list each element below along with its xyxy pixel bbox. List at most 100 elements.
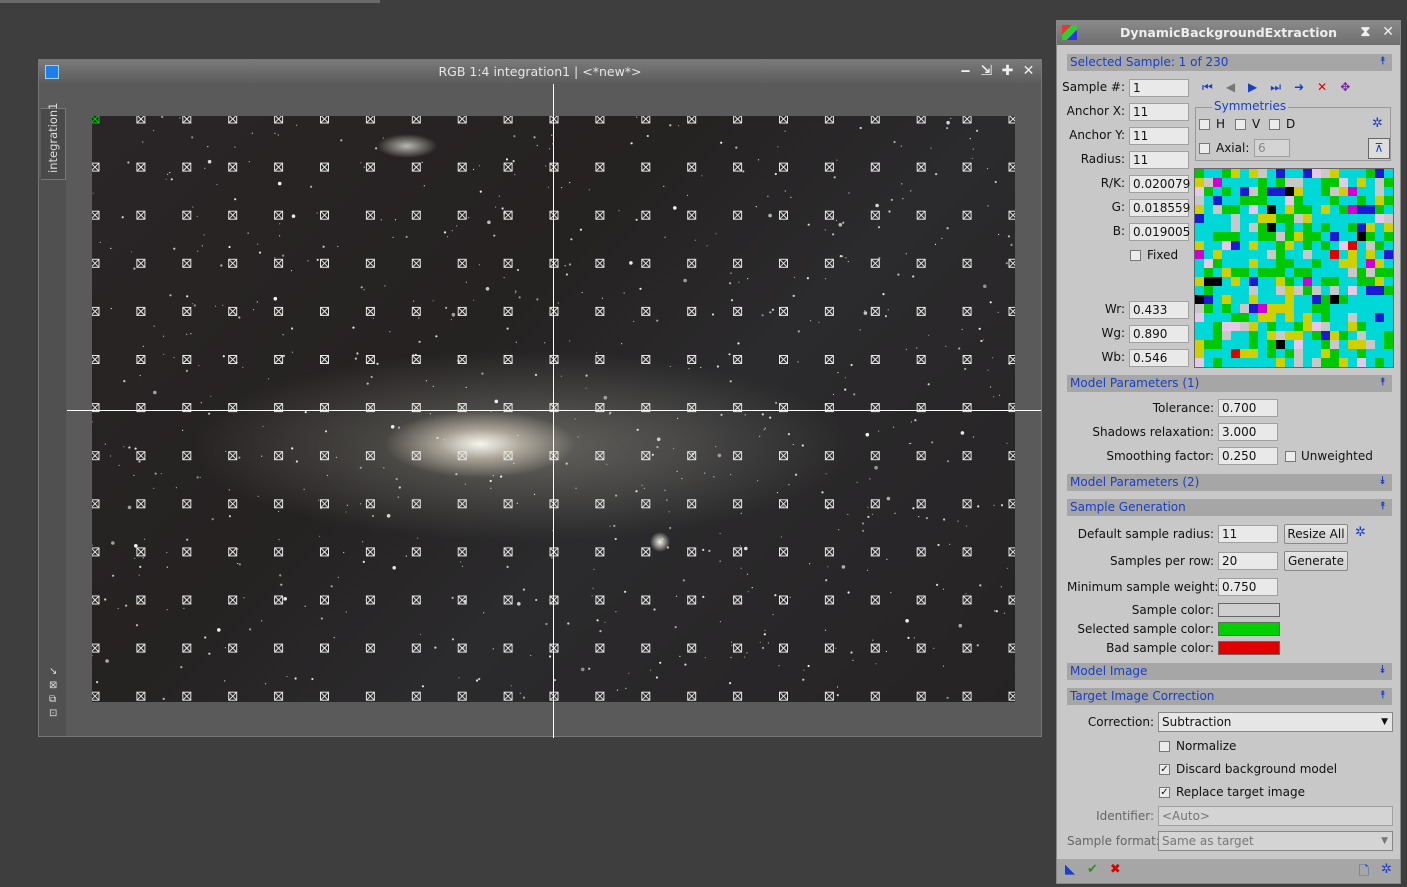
sample-marker[interactable]: [320, 499, 329, 509]
sample-marker[interactable]: [870, 210, 880, 220]
sample-marker[interactable]: [274, 499, 284, 509]
sample-marker[interactable]: [733, 355, 743, 364]
sample-marker[interactable]: [457, 547, 467, 557]
sample-marker[interactable]: [641, 162, 651, 172]
sample-marker[interactable]: [274, 643, 284, 653]
sample-marker[interactable]: [595, 451, 605, 461]
sample-marker[interactable]: [595, 691, 605, 701]
sample-marker[interactable]: [733, 258, 743, 268]
sample-marker[interactable]: [136, 258, 146, 268]
sample-marker[interactable]: [182, 162, 192, 172]
wg-field[interactable]: 0.890: [1129, 325, 1189, 343]
sample-marker[interactable]: [641, 116, 651, 124]
sample-marker[interactable]: [136, 499, 146, 509]
sample-marker[interactable]: [549, 595, 559, 605]
minimize-icon[interactable]: ‒: [959, 63, 972, 79]
sample-marker[interactable]: [962, 306, 972, 316]
sample-color-swatch[interactable]: [1218, 603, 1280, 617]
sample-marker[interactable]: [503, 643, 513, 653]
documentation-icon[interactable]: 🗋: [1359, 862, 1369, 884]
sample-marker[interactable]: [274, 210, 284, 220]
sample-marker[interactable]: [503, 499, 513, 509]
sample-marker[interactable]: [1008, 547, 1015, 557]
sample-marker[interactable]: [228, 547, 238, 557]
close-icon[interactable]: ✕: [1382, 24, 1394, 40]
section-model-params-2[interactable]: Model Parameters (2) ⯯: [1067, 474, 1392, 491]
sample-marker[interactable]: [503, 691, 513, 701]
sample-marker[interactable]: [549, 499, 559, 509]
sample-marker[interactable]: [365, 595, 375, 605]
sample-marker[interactable]: [962, 258, 972, 268]
sample-marker[interactable]: [641, 691, 651, 701]
sample-marker[interactable]: [503, 162, 513, 172]
sample-marker[interactable]: [228, 162, 238, 172]
selected-color-swatch[interactable]: [1218, 622, 1280, 636]
sample-marker[interactable]: [136, 547, 146, 557]
expand-icon[interactable]: ⯯: [1379, 663, 1386, 677]
wr-field[interactable]: 0.433: [1129, 301, 1189, 319]
image-window[interactable]: RGB 1:4 integration1 | <*new*> ‒ ⇲ ✚ ✕ i…: [38, 59, 1042, 738]
sample-marker[interactable]: [595, 499, 605, 509]
sample-marker[interactable]: [274, 306, 284, 316]
sample-marker[interactable]: [365, 258, 375, 268]
sample-marker[interactable]: [641, 306, 651, 316]
sample-marker[interactable]: [549, 547, 559, 557]
sample-marker[interactable]: [320, 691, 329, 701]
sample-marker[interactable]: [641, 595, 651, 605]
symmetry-edit-icon[interactable]: ⊼: [1368, 138, 1390, 159]
sample-marker[interactable]: [641, 499, 651, 509]
section-target-correction[interactable]: Target Image Correction ⯭: [1067, 688, 1392, 705]
sample-marker[interactable]: [503, 547, 513, 557]
sample-marker[interactable]: [411, 547, 421, 557]
sample-marker[interactable]: [320, 355, 329, 364]
axial-checkbox[interactable]: [1199, 143, 1210, 154]
fit-icon[interactable]: ⊡: [49, 708, 57, 719]
generate-button[interactable]: Generate: [1284, 551, 1348, 571]
sample-marker[interactable]: [228, 306, 238, 316]
sample-marker[interactable]: [457, 595, 467, 605]
sample-marker[interactable]: [733, 451, 743, 461]
sample-marker[interactable]: [870, 306, 880, 316]
sample-marker[interactable]: [411, 643, 421, 653]
sample-marker[interactable]: [320, 306, 329, 316]
image-window-titlebar[interactable]: RGB 1:4 integration1 | <*new*> ‒ ⇲ ✚ ✕: [39, 60, 1041, 83]
sample-marker[interactable]: [136, 451, 146, 461]
sample-marker[interactable]: [549, 116, 559, 124]
sample-marker[interactable]: [92, 643, 100, 653]
sample-marker[interactable]: [274, 451, 284, 461]
sample-marker[interactable]: [916, 643, 926, 653]
sample-marker[interactable]: [916, 258, 926, 268]
sample-marker[interactable]: [549, 355, 559, 364]
sample-marker[interactable]: [136, 595, 146, 605]
sample-marker[interactable]: [779, 595, 788, 605]
sample-marker[interactable]: [320, 595, 329, 605]
sample-marker[interactable]: [687, 499, 697, 509]
sample-grid-icon[interactable]: ✲: [1355, 525, 1366, 540]
sample-marker[interactable]: [182, 499, 192, 509]
sample-marker[interactable]: [365, 116, 375, 124]
sample-marker[interactable]: [411, 499, 421, 509]
sample-marker[interactable]: [92, 210, 100, 220]
sample-marker[interactable]: [870, 499, 880, 509]
clone-icon[interactable]: ⧉: [49, 694, 57, 705]
sample-marker[interactable]: [824, 547, 834, 557]
first-sample-icon[interactable]: ⏮: [1202, 80, 1213, 95]
sample-marker[interactable]: [503, 355, 513, 364]
sample-marker[interactable]: [136, 306, 146, 316]
collapse-icon[interactable]: ⯭: [1379, 499, 1386, 513]
section-sample-generation[interactable]: Sample Generation ⯭: [1067, 499, 1392, 516]
sample-marker[interactable]: [962, 595, 972, 605]
sample-marker[interactable]: [503, 258, 513, 268]
sample-marker[interactable]: [411, 451, 421, 461]
sample-marker[interactable]: [228, 595, 238, 605]
sample-marker[interactable]: [182, 451, 192, 461]
sample-marker[interactable]: [92, 355, 100, 364]
sample-marker[interactable]: [595, 210, 605, 220]
sample-marker[interactable]: [228, 499, 238, 509]
close-icon[interactable]: ✕: [1022, 63, 1035, 79]
sample-marker[interactable]: [320, 210, 329, 220]
sample-marker[interactable]: [641, 547, 651, 557]
sample-marker[interactable]: [916, 451, 926, 461]
sample-marker[interactable]: [687, 116, 697, 124]
sample-marker[interactable]: [962, 355, 972, 364]
